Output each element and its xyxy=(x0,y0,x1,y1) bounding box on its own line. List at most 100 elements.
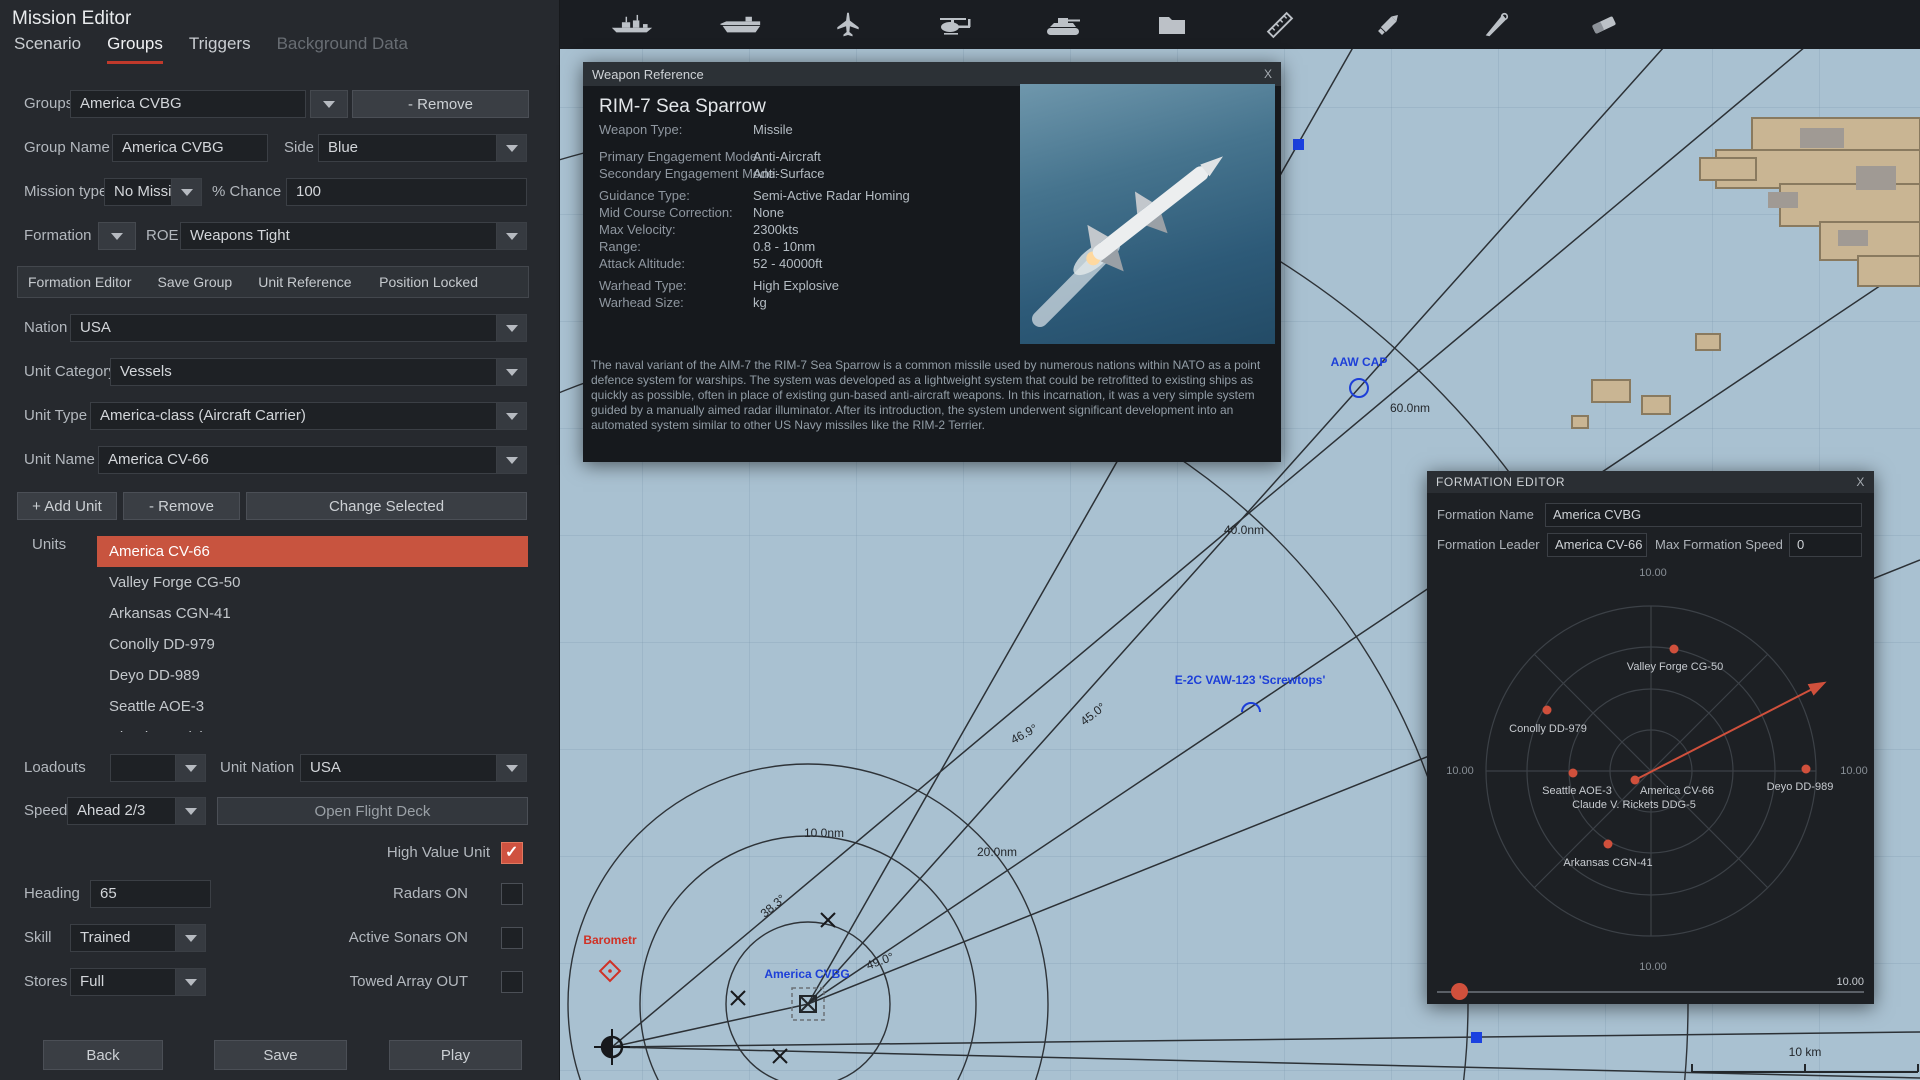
map-label-20nm: 20.0nm xyxy=(976,845,1018,859)
unit-nation-value: USA xyxy=(310,759,341,776)
change-selected-button[interactable]: Change Selected xyxy=(246,492,527,520)
formation-dropdown-button[interactable] xyxy=(98,222,136,250)
eraser-icon[interactable] xyxy=(1566,0,1642,49)
tab-triggers[interactable]: Triggers xyxy=(189,34,251,64)
group-actions-bar: Formation Editor Save Group Unit Referen… xyxy=(17,266,529,298)
chance-input[interactable]: 100 xyxy=(286,178,527,206)
unit-nation-label: Unit Nation xyxy=(220,759,295,776)
list-item-unit[interactable]: Claude V. Ricketts DDG-5 xyxy=(97,722,528,732)
formation-dot-seattle[interactable] xyxy=(1568,768,1578,778)
roe-select[interactable]: Weapons Tight xyxy=(180,222,527,250)
map-label-10nm: 10.0nm xyxy=(803,826,845,840)
formation-dot-america[interactable] xyxy=(1630,775,1640,785)
formation-spacing-slider-track[interactable] xyxy=(1437,991,1864,993)
helicopter-icon[interactable] xyxy=(918,0,994,49)
side-select[interactable]: Blue xyxy=(318,134,527,162)
map-label-cvbg: America CVBG xyxy=(764,967,850,981)
formation-unit-label: Claude V. Rickets DDG-5 xyxy=(1572,799,1696,811)
list-item-unit[interactable]: Deyo DD-989 xyxy=(97,660,528,691)
remove-group-button[interactable]: - Remove xyxy=(352,90,529,118)
unit-category-label: Unit Category xyxy=(24,363,116,380)
list-item-unit[interactable]: Arkansas CGN-41 xyxy=(97,598,528,629)
waypoint-square-north[interactable] xyxy=(1293,139,1304,150)
groups-input[interactable]: America CVBG xyxy=(70,90,306,118)
remove-unit-button[interactable]: - Remove xyxy=(123,492,240,520)
mission-type-select[interactable]: No Mission xyxy=(104,178,202,206)
speed-select[interactable]: Ahead 2/3 xyxy=(67,797,206,825)
map-label-aaw-cap: AAW CAP xyxy=(1330,355,1388,369)
pencil-icon[interactable] xyxy=(1350,0,1426,49)
carrier-icon[interactable] xyxy=(702,0,778,49)
chevron-down-icon xyxy=(505,764,518,772)
high-value-unit-checkbox[interactable] xyxy=(501,842,523,864)
speed-label: Speed xyxy=(24,802,68,819)
list-item-unit[interactable]: Seattle AOE-3 xyxy=(97,691,528,722)
barometr-marker[interactable] xyxy=(598,959,622,983)
groups-dropdown-button[interactable] xyxy=(310,90,348,118)
mission-editor-screen: AAW CAP 60.0nm 40.0nm E-2C VAW-123 'Scre… xyxy=(0,0,1920,1080)
tab-background-data[interactable]: Background Data xyxy=(277,34,408,64)
list-item-unit[interactable]: America CV-66 xyxy=(97,536,528,567)
formation-unit-label: Seattle AOE-3 xyxy=(1542,785,1612,797)
side-label: Side xyxy=(284,139,315,156)
unit-nation-select[interactable]: USA xyxy=(300,754,527,782)
formation-dot-valley-forge[interactable] xyxy=(1669,644,1679,654)
formation-editor-button[interactable]: Formation Editor xyxy=(28,274,131,290)
weapon-reference-titlebar[interactable]: Weapon Reference X xyxy=(583,62,1281,86)
chevron-down-icon xyxy=(505,456,518,464)
save-button[interactable]: Save xyxy=(214,1040,347,1070)
chevron-down-icon xyxy=(184,807,197,815)
units-label: Units xyxy=(32,536,67,553)
active-sonars-checkbox[interactable] xyxy=(501,927,523,949)
formation-dot-arkansas[interactable] xyxy=(1603,839,1613,849)
close-icon[interactable]: X xyxy=(1264,67,1272,81)
plot-tool-icon[interactable] xyxy=(1458,0,1534,49)
folder-icon[interactable] xyxy=(1134,0,1210,49)
group-name-input[interactable]: America CVBG xyxy=(112,134,268,162)
contact-x-marks xyxy=(730,912,836,1064)
unit-name-select[interactable]: America CV-66 xyxy=(98,446,527,474)
list-item-unit[interactable]: Conolly DD-979 xyxy=(97,629,528,660)
formation-editor-titlebar[interactable]: FORMATION EDITOR X xyxy=(1427,471,1874,493)
open-flight-deck-button[interactable]: Open Flight Deck xyxy=(217,797,528,825)
towed-array-checkbox[interactable] xyxy=(501,971,523,993)
tab-groups[interactable]: Groups xyxy=(107,34,163,64)
add-unit-button[interactable]: + Add Unit xyxy=(17,492,117,520)
formation-dot-deyo[interactable] xyxy=(1801,764,1811,774)
reference-point-marker[interactable] xyxy=(594,1029,630,1065)
ruler-icon[interactable] xyxy=(1242,0,1318,49)
list-item-unit[interactable]: Valley Forge CG-50 xyxy=(97,567,528,598)
formation-polar-grid[interactable] xyxy=(1427,561,1874,961)
position-locked-toggle[interactable]: Position Locked xyxy=(379,274,478,290)
tank-icon[interactable] xyxy=(1026,0,1102,49)
formation-spacing-slider-knob[interactable] xyxy=(1451,983,1468,1000)
max-formation-speed-label: Max Formation Speed xyxy=(1655,537,1783,552)
save-group-button[interactable]: Save Group xyxy=(157,274,232,290)
loadouts-select[interactable] xyxy=(110,754,206,782)
unit-type-select[interactable]: America-class (Aircraft Carrier) xyxy=(90,402,527,430)
nation-label: Nation xyxy=(24,319,68,336)
play-button[interactable]: Play xyxy=(389,1040,522,1070)
formation-dot-conolly[interactable] xyxy=(1542,705,1552,715)
active-sonars-label: Active Sonars ON xyxy=(348,929,468,946)
max-formation-speed-input[interactable]: 0 xyxy=(1789,533,1862,557)
destroyer-icon[interactable] xyxy=(594,0,670,49)
top-toolbar xyxy=(560,0,1920,49)
back-button[interactable]: Back xyxy=(43,1040,163,1070)
formation-leader-select[interactable]: America CV-66 xyxy=(1547,533,1647,557)
nation-select[interactable]: USA xyxy=(70,314,527,342)
cvbg-marker[interactable] xyxy=(791,987,825,1021)
aircraft-icon[interactable] xyxy=(810,0,886,49)
formation-leader-label: Formation Leader xyxy=(1437,537,1540,552)
formation-name-input[interactable]: America CVBG xyxy=(1545,503,1862,527)
close-icon[interactable]: X xyxy=(1856,475,1865,489)
mission-type-label: Mission type xyxy=(24,183,108,200)
chevron-down-icon xyxy=(505,232,518,240)
waypoint-square-south[interactable] xyxy=(1471,1032,1482,1043)
unit-category-select[interactable]: Vessels xyxy=(110,358,527,386)
roe-value: Weapons Tight xyxy=(190,227,290,244)
tab-scenario[interactable]: Scenario xyxy=(14,34,81,64)
unit-reference-button[interactable]: Unit Reference xyxy=(258,274,351,290)
units-list: America CV-66 Valley Forge CG-50 Arkansa… xyxy=(97,536,528,732)
radars-on-checkbox[interactable] xyxy=(501,883,523,905)
